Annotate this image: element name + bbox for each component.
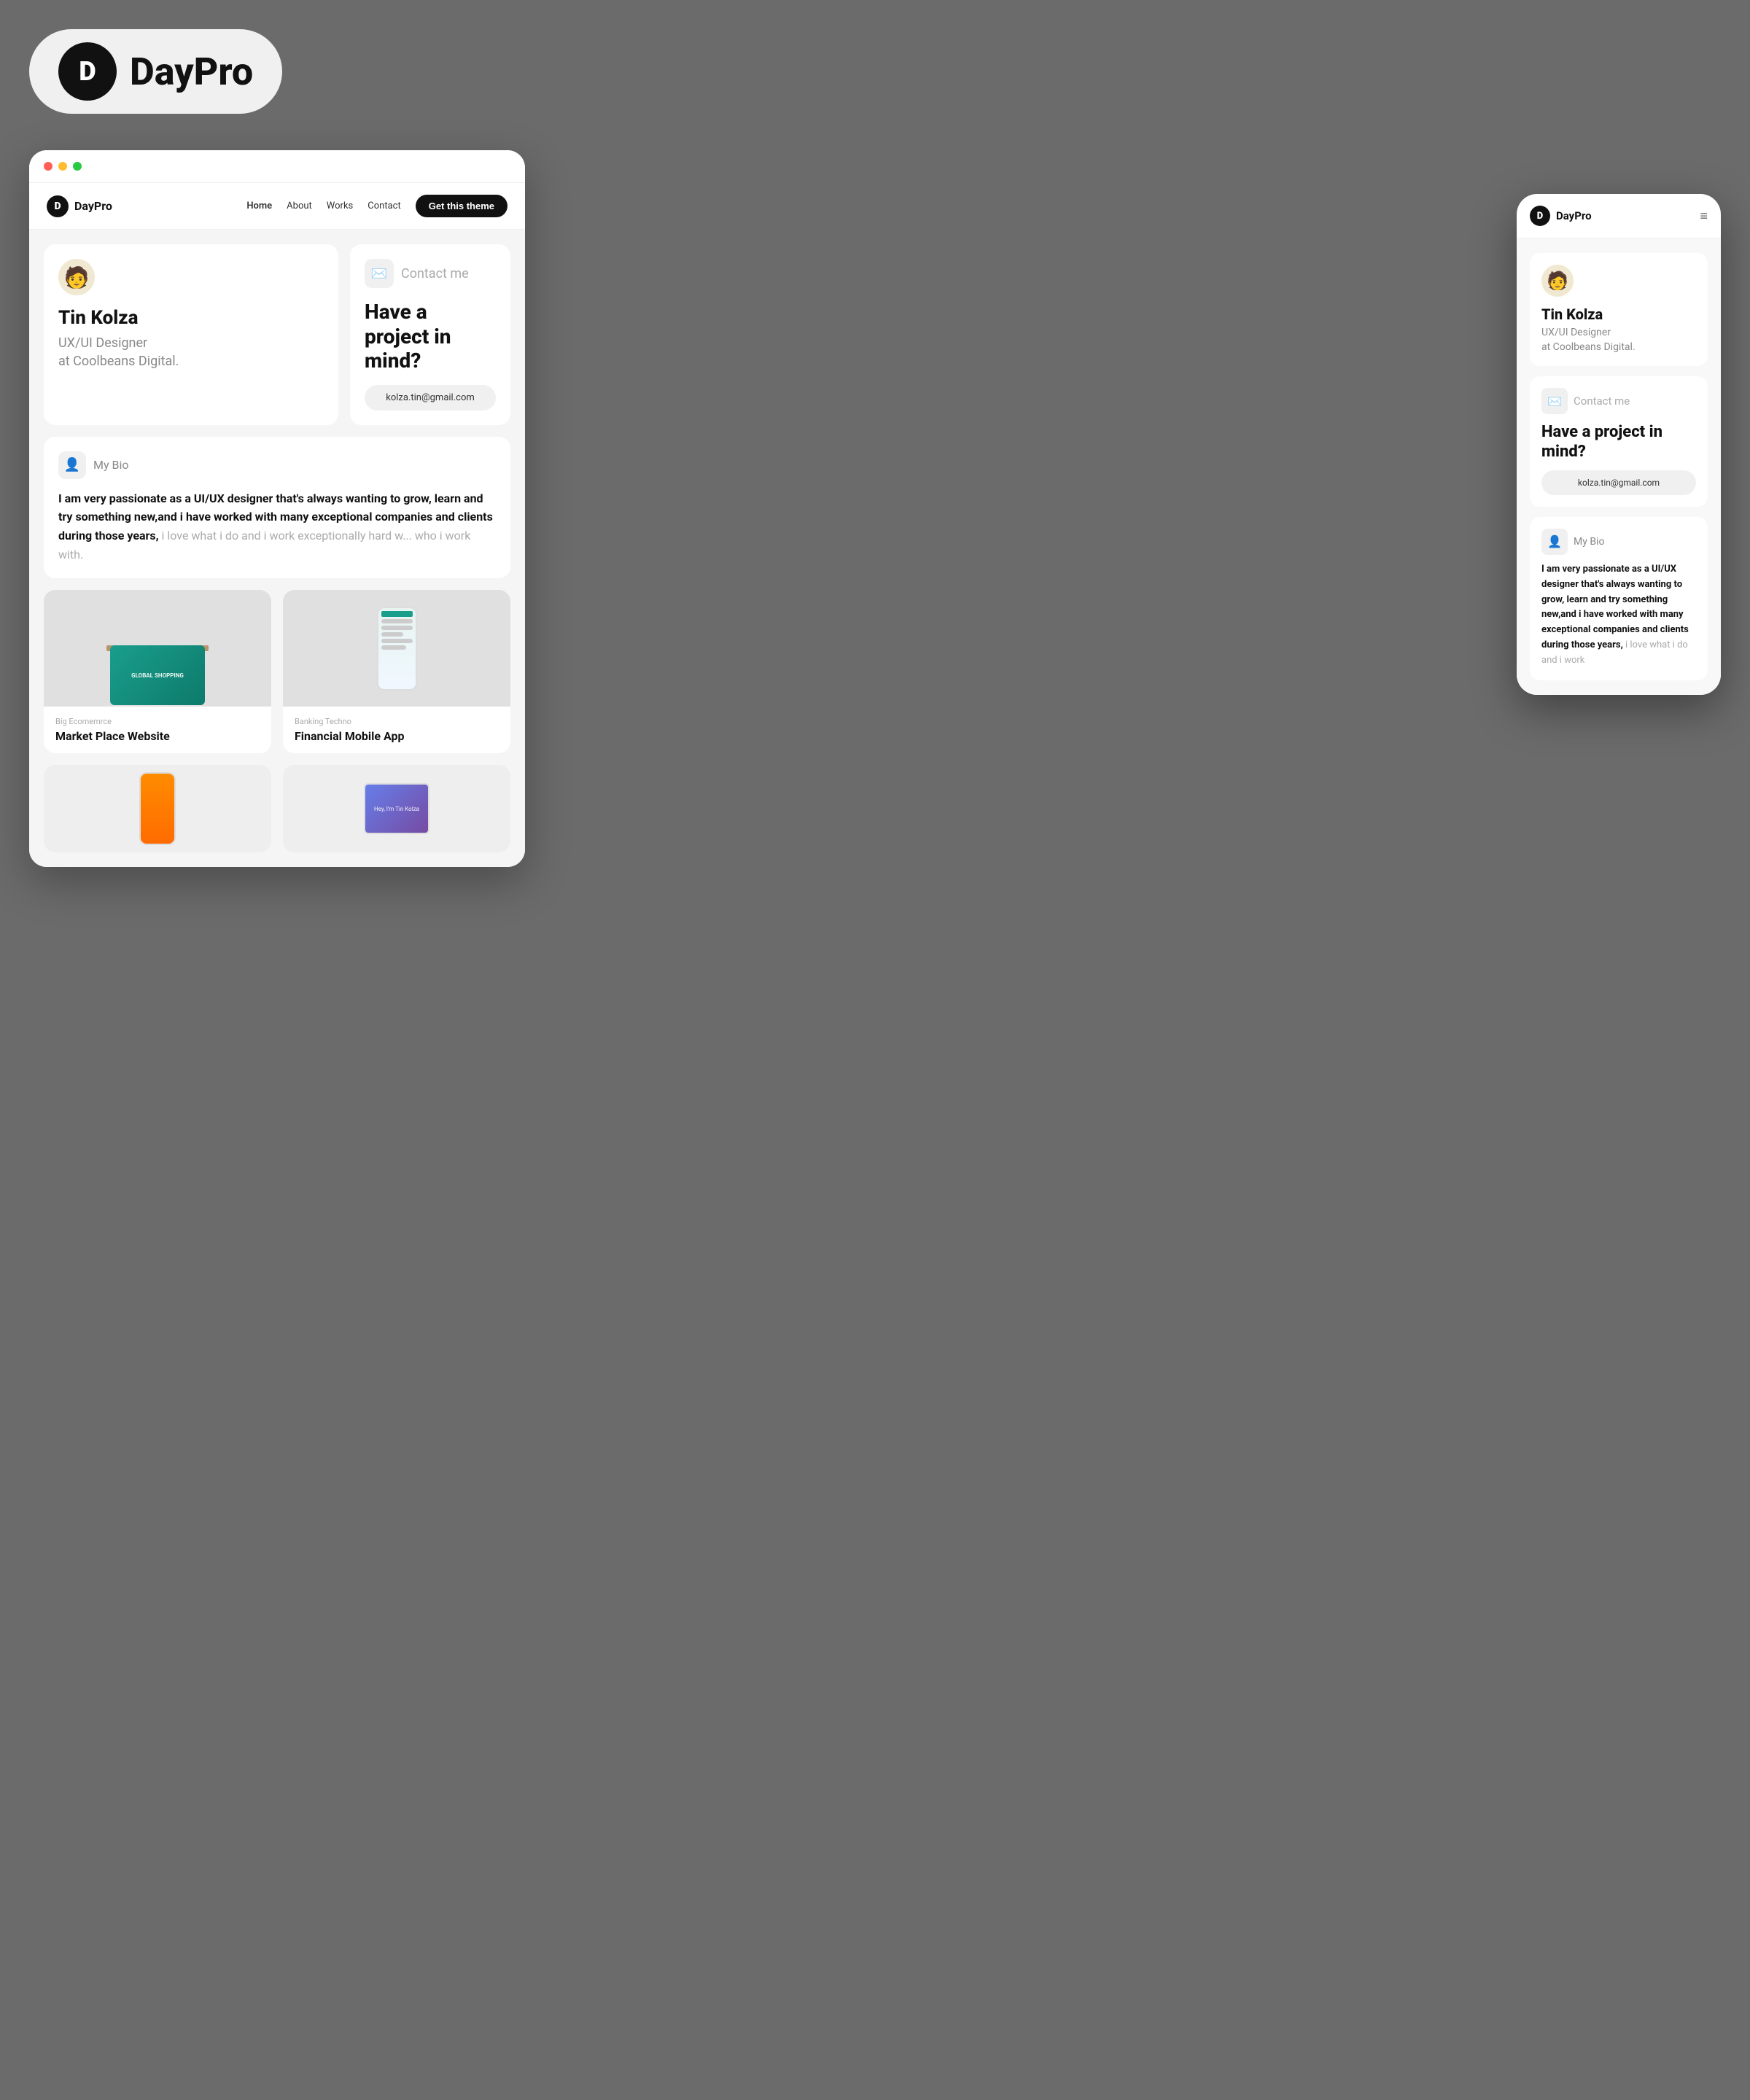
- browser-dot-green[interactable]: [73, 162, 82, 171]
- mobile-contact-heading: Have a project in mind?: [1541, 423, 1696, 462]
- nav-logo-name: DayPro: [74, 199, 112, 213]
- contact-heading: Have a project in mind?: [365, 300, 496, 373]
- mobile-contact-card: ✉️ Contact me Have a project in mind? ko…: [1530, 376, 1708, 507]
- mobile-logo-name: DayPro: [1556, 209, 1592, 222]
- top-logo-icon: D: [58, 42, 117, 101]
- mobile-bio-person-icon: 👤: [1541, 529, 1568, 555]
- desktop-window: D DayPro Home About Works Contact Get th…: [29, 150, 525, 867]
- top-logo-bar: D DayPro: [29, 29, 282, 114]
- contact-email-icon: ✉️: [365, 259, 394, 288]
- mobile-content: 🧑 Tin Kolza UX/UI Designer at Coolbeans …: [1517, 238, 1721, 695]
- nav-link-home[interactable]: Home: [246, 201, 272, 211]
- tablet-mockup: Hey, I'm Tin Kolza: [364, 783, 429, 834]
- desktop-content: 🧑 Tin Kolza UX/UI Designer at Coolbeans …: [29, 230, 525, 867]
- mobile-logo-icon: D: [1530, 206, 1550, 226]
- mobile-hero-avatar: 🧑: [1541, 265, 1574, 297]
- nav-cta-button[interactable]: Get this theme: [416, 195, 508, 217]
- mobile-nav: D DayPro ≡: [1517, 194, 1721, 238]
- mobile-contact-email[interactable]: kolza.tin@gmail.com: [1541, 470, 1696, 495]
- portfolio-title-1: Market Place Website: [55, 729, 260, 743]
- cards-row-1: 🧑 Tin Kolza UX/UI Designer at Coolbeans …: [44, 244, 510, 425]
- contact-label: Contact me: [401, 266, 469, 281]
- contact-icon-row: ✉️ Contact me: [365, 259, 496, 288]
- site-nav: D DayPro Home About Works Contact Get th…: [29, 183, 525, 230]
- portfolio-row-2: Hey, I'm Tin Kolza: [44, 765, 510, 852]
- mobile-bio-header: 👤 My Bio: [1541, 529, 1696, 555]
- portfolio-row-1: GLOBAL SHOPPING Big Ecomemrce Market Pla…: [44, 590, 510, 753]
- portfolio-img-2: [283, 590, 510, 707]
- nav-logo: D DayPro: [47, 195, 112, 217]
- nav-link-about[interactable]: About: [287, 201, 312, 211]
- mobile-nav-logo: D DayPro: [1530, 206, 1592, 226]
- mobile-hero-title: UX/UI Designer at Coolbeans Digital.: [1541, 326, 1696, 354]
- mobile-hero-name: Tin Kolza: [1541, 306, 1696, 323]
- mobile-contact-label: Contact me: [1574, 394, 1630, 408]
- nav-links: Home About Works Contact Get this theme: [246, 195, 508, 217]
- portfolio-img-1: GLOBAL SHOPPING: [44, 590, 271, 707]
- bio-card: 👤 My Bio I am very passionate as a UI/UX…: [44, 437, 510, 578]
- portfolio-title-2: Financial Mobile App: [295, 729, 499, 743]
- bio-text: I am very passionate as a UI/UX designer…: [58, 489, 496, 564]
- mobile-contact-email-icon: ✉️: [1541, 388, 1568, 414]
- browser-dots: [44, 162, 82, 171]
- hero-title: UX/UI Designer at Coolbeans Digital.: [58, 334, 324, 370]
- portfolio-info-2: Banking Techno Financial Mobile App: [283, 707, 510, 753]
- portfolio-category-2: Banking Techno: [295, 717, 499, 726]
- portfolio-category-1: Big Ecomemrce: [55, 717, 260, 726]
- contact-card: ✉️ Contact me Have a project in mind? ko…: [350, 244, 510, 425]
- hero-avatar: 🧑: [58, 259, 95, 295]
- phone2-mockup: [139, 772, 176, 845]
- mobile-window: D DayPro ≡ 🧑 Tin Kolza UX/UI Designer at…: [1517, 194, 1721, 695]
- browser-toolbar: [29, 150, 525, 183]
- browser-dot-yellow[interactable]: [58, 162, 67, 171]
- portfolio-card-3[interactable]: [44, 765, 271, 852]
- mobile-hero-card: 🧑 Tin Kolza UX/UI Designer at Coolbeans …: [1530, 253, 1708, 366]
- nav-logo-icon: D: [47, 195, 69, 217]
- mobile-menu-button[interactable]: ≡: [1700, 209, 1708, 224]
- top-logo-name: DayPro: [130, 50, 253, 94]
- portfolio-info-1: Big Ecomemrce Market Place Website: [44, 707, 271, 753]
- nav-link-works[interactable]: Works: [327, 201, 353, 211]
- phone-mockup: [377, 607, 417, 691]
- portfolio-card-2[interactable]: Banking Techno Financial Mobile App: [283, 590, 510, 753]
- windows-container: D DayPro Home About Works Contact Get th…: [29, 150, 1721, 867]
- bio-label: My Bio: [93, 458, 129, 472]
- portfolio-card-4[interactable]: Hey, I'm Tin Kolza: [283, 765, 510, 852]
- bio-person-icon: 👤: [58, 451, 86, 479]
- bio-header: 👤 My Bio: [58, 451, 496, 479]
- portfolio-card-1[interactable]: GLOBAL SHOPPING Big Ecomemrce Market Pla…: [44, 590, 271, 753]
- nav-link-contact[interactable]: Contact: [368, 201, 400, 211]
- hero-card: 🧑 Tin Kolza UX/UI Designer at Coolbeans …: [44, 244, 338, 425]
- contact-email[interactable]: kolza.tin@gmail.com: [365, 385, 496, 411]
- browser-dot-red[interactable]: [44, 162, 52, 171]
- mobile-bio-text: I am very passionate as a UI/UX designer…: [1541, 562, 1696, 669]
- mobile-bio-label: My Bio: [1574, 536, 1604, 548]
- hero-name: Tin Kolza: [58, 307, 324, 330]
- mobile-contact-icon-row: ✉️ Contact me: [1541, 388, 1696, 414]
- mobile-bio-card: 👤 My Bio I am very passionate as a UI/UX…: [1530, 517, 1708, 680]
